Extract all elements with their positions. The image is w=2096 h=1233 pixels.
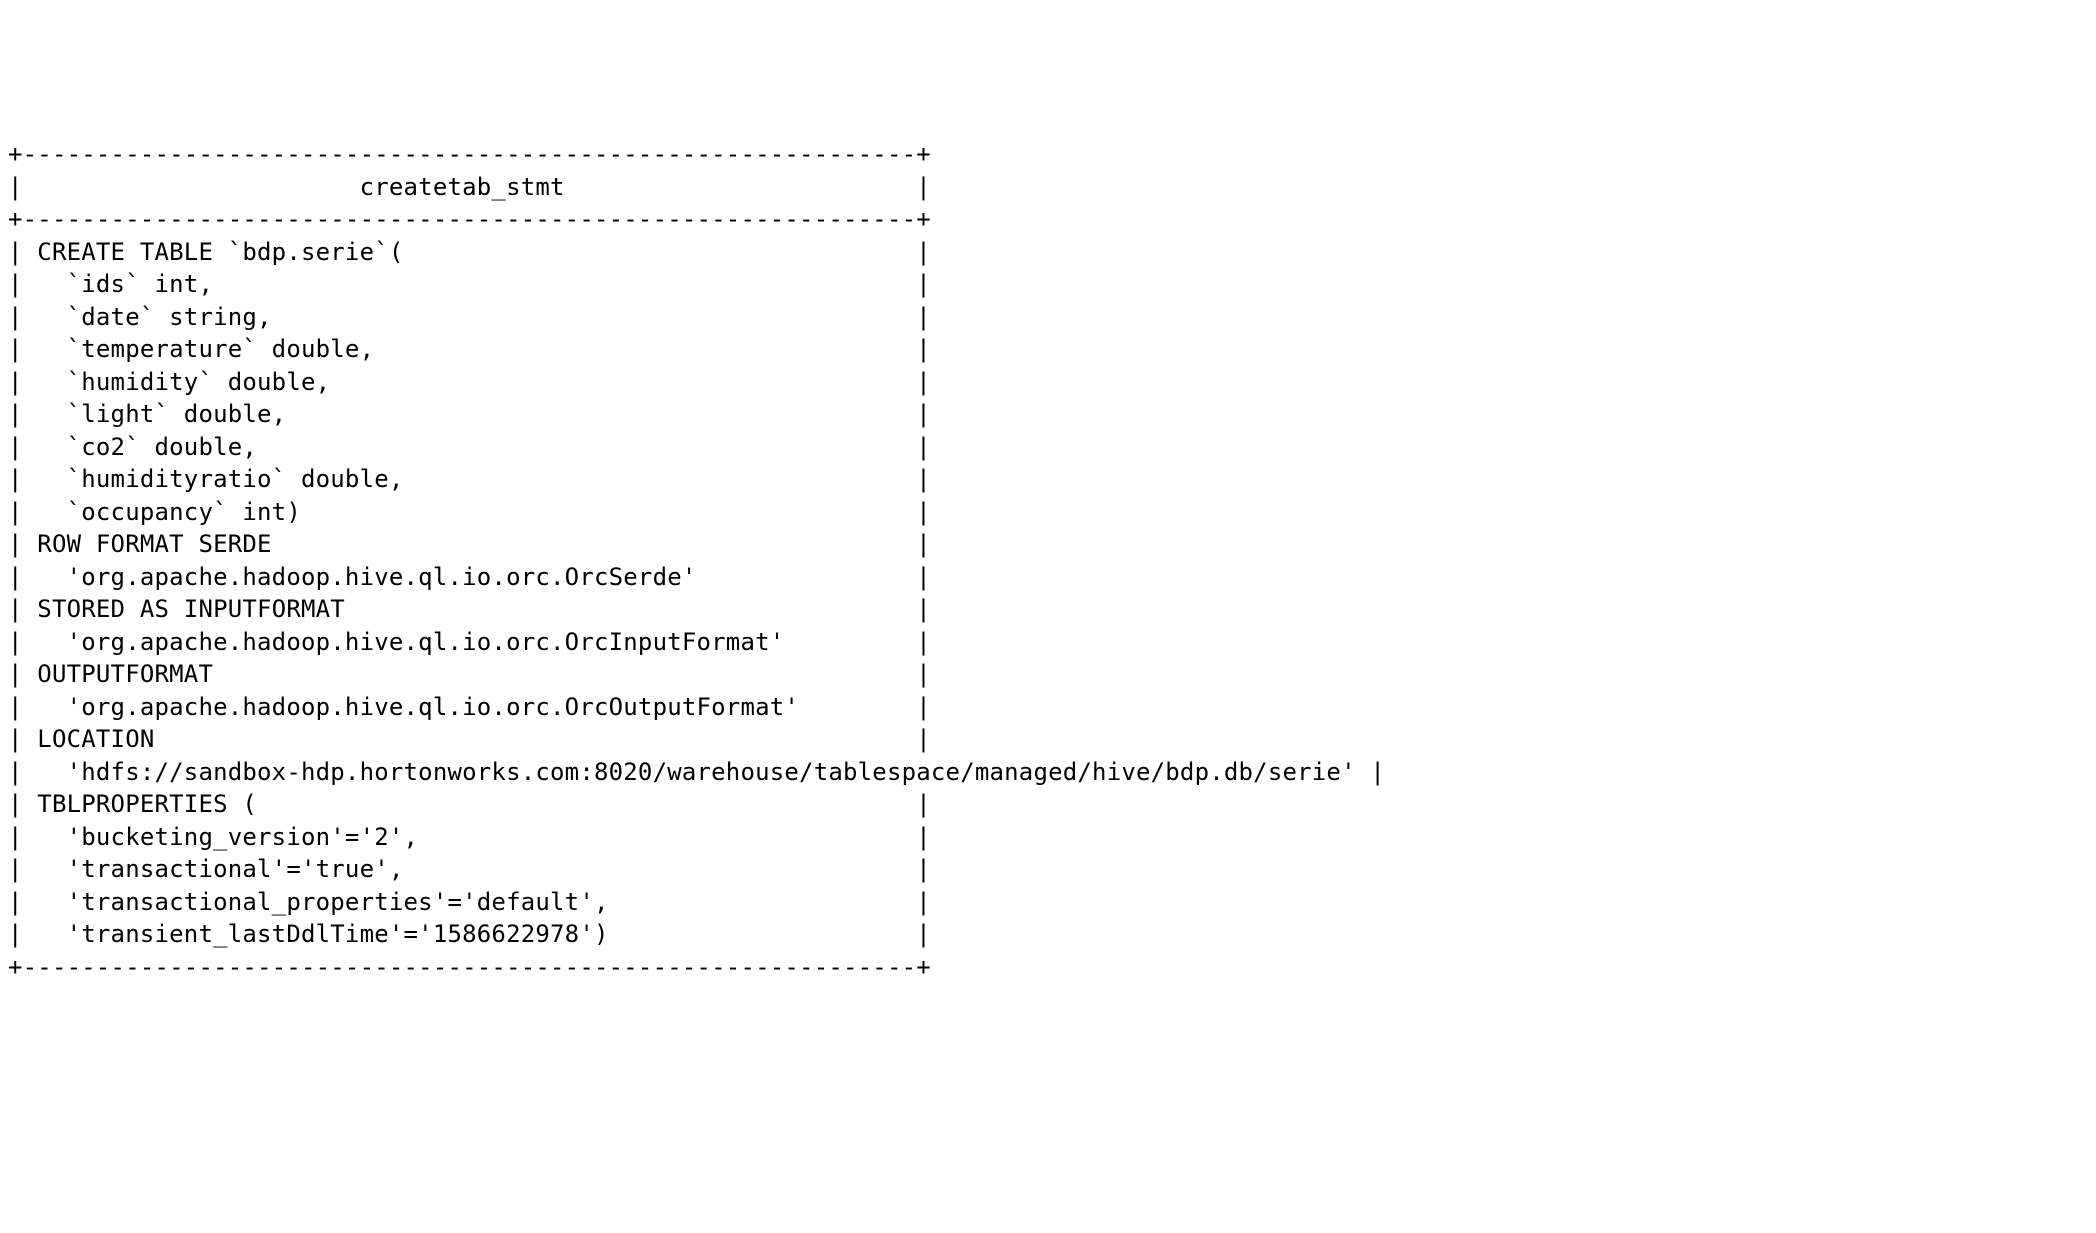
table-row: | 'transactional'='true', | (8, 853, 2088, 886)
table-row: | 'hdfs://sandbox-hdp.hortonworks.com:80… (8, 756, 2088, 789)
table-row: | STORED AS INPUTFORMAT | (8, 593, 2088, 626)
table-border: +---------------------------------------… (8, 138, 2088, 171)
table-row: | 'org.apache.hadoop.hive.ql.io.orc.OrcS… (8, 561, 2088, 594)
table-row: | 'org.apache.hadoop.hive.ql.io.orc.OrcO… (8, 691, 2088, 724)
table-row: | 'bucketing_version'='2', | (8, 821, 2088, 854)
table-row: | ROW FORMAT SERDE | (8, 528, 2088, 561)
table-row: | CREATE TABLE `bdp.serie`( | (8, 236, 2088, 269)
table-border: +---------------------------------------… (8, 951, 2088, 984)
table-header: | createtab_stmt | (8, 171, 2088, 204)
table-row: | 'org.apache.hadoop.hive.ql.io.orc.OrcI… (8, 626, 2088, 659)
table-row: | 'transient_lastDdlTime'='1586622978') … (8, 918, 2088, 951)
table-row: | `occupancy` int) | (8, 496, 2088, 529)
table-row: | `temperature` double, | (8, 333, 2088, 366)
table-row: | OUTPUTFORMAT | (8, 658, 2088, 691)
hive-show-create-table-output: +---------------------------------------… (8, 138, 2088, 983)
table-row: | `ids` int, | (8, 268, 2088, 301)
table-row: | TBLPROPERTIES ( | (8, 788, 2088, 821)
table-row: | `light` double, | (8, 398, 2088, 431)
table-row: | 'transactional_properties'='default', … (8, 886, 2088, 919)
table-row: | `date` string, | (8, 301, 2088, 334)
table-row: | `humidityratio` double, | (8, 463, 2088, 496)
table-row: | `humidity` double, | (8, 366, 2088, 399)
table-border: +---------------------------------------… (8, 203, 2088, 236)
table-row: | LOCATION | (8, 723, 2088, 756)
table-row: | `co2` double, | (8, 431, 2088, 464)
